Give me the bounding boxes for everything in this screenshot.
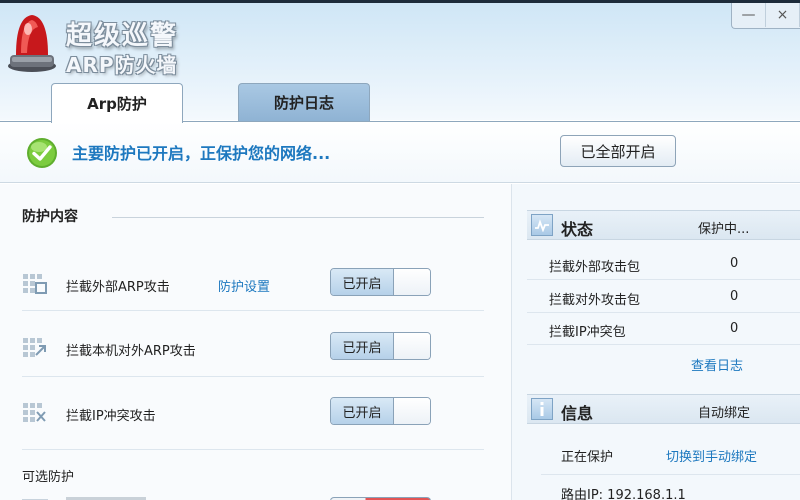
protection-toggle[interactable]: 已开启 xyxy=(330,332,431,360)
toggle-off-segment xyxy=(394,269,430,295)
stat-row: 拦截对外攻击包 0 xyxy=(527,281,800,313)
view-log-link[interactable]: 查看日志 xyxy=(691,355,743,374)
protection-item: 拦截本机对外ARP攻击 已开启 xyxy=(0,328,500,368)
app-title: 超级巡警 xyxy=(66,21,179,51)
info-divider xyxy=(541,474,800,475)
protection-settings-link[interactable]: 防护设置 xyxy=(218,276,270,295)
protection-panel: 防护内容 拦截外部ARP攻击 防护设置 已开启 拦截本机对外ARP攻击 已开启 … xyxy=(0,184,512,500)
info-panel-value: 自动绑定 xyxy=(698,406,751,421)
status-panel-title: 状态 xyxy=(561,220,594,239)
switch-to-manual-binding-link[interactable]: 切换到手动绑定 xyxy=(666,446,757,465)
app-subtitle: ARP防火墙 xyxy=(66,53,178,77)
info-panel-header: 信息 自动绑定 xyxy=(527,394,800,424)
stat-label: 拦截IP冲突包 xyxy=(549,325,626,340)
side-panel: 状态 保护中... 拦截外部攻击包 0 拦截对外攻击包 0 拦截IP冲突包 0 … xyxy=(513,184,800,500)
protection-section-title: 防护内容 xyxy=(22,209,78,225)
toggle-on-label: 已开启 xyxy=(331,333,394,359)
tab-arp-protection[interactable]: Arp防护 xyxy=(51,83,183,123)
protection-item-label: 拦截本机对外ARP攻击 xyxy=(66,344,196,359)
stat-label: 拦截外部攻击包 xyxy=(549,260,641,275)
stat-row: 拦截IP冲突包 0 xyxy=(527,313,800,345)
gateway-ip-text: 路由IP: 192.168.1.1 xyxy=(561,488,686,500)
toggle-on-label: 已开启 xyxy=(331,398,394,424)
status-panel-header: 状态 保护中... xyxy=(527,210,800,240)
stat-value: 0 xyxy=(730,256,739,271)
window-controls: — × xyxy=(731,3,800,29)
optional-protection-title: 可选防护 xyxy=(22,470,75,485)
pulse-chart-icon xyxy=(531,214,553,236)
optional-protection-row xyxy=(22,495,502,500)
minimize-button[interactable]: — xyxy=(732,3,766,27)
protecting-label: 正在保护 xyxy=(561,450,614,465)
protection-status-text: 主要防护已开启，正保护您的网络... xyxy=(72,144,331,163)
toggle-off-segment xyxy=(394,333,430,359)
shield-grid-icon xyxy=(23,274,47,294)
toggle-on-label: 已开启 xyxy=(331,269,394,295)
all-enabled-button[interactable]: 已全部开启 xyxy=(560,135,676,167)
stat-value: 0 xyxy=(730,321,739,336)
conflict-grid-icon xyxy=(23,403,46,422)
tab-protection-log[interactable]: 防护日志 xyxy=(238,83,370,121)
main-content: 防护内容 拦截外部ARP攻击 防护设置 已开启 拦截本机对外ARP攻击 已开启 … xyxy=(0,184,800,500)
row-divider xyxy=(22,376,484,377)
stat-row: 拦截外部攻击包 0 xyxy=(527,248,800,280)
check-circle-icon xyxy=(27,138,57,168)
protection-item-label: 拦截IP冲突攻击 xyxy=(66,409,156,424)
app-window: 超级巡警 ARP防火墙 — × Arp防护 防护日志 主要防护已开启，正保护您的… xyxy=(0,0,800,500)
protection-item-label: 拦截外部ARP攻击 xyxy=(66,280,170,295)
info-panel-title: 信息 xyxy=(561,404,594,423)
section-divider xyxy=(112,217,484,218)
status-banner: 主要防护已开启，正保护您的网络... 已全部开启 xyxy=(0,121,800,183)
row-divider xyxy=(22,310,484,311)
toggle-off-segment xyxy=(394,398,430,424)
protection-item: 拦截外部ARP攻击 防护设置 已开启 xyxy=(0,264,500,304)
app-header: 超级巡警 ARP防火墙 — × Arp防护 防护日志 xyxy=(0,3,800,123)
info-icon xyxy=(531,398,553,420)
stat-label: 拦截对外攻击包 xyxy=(549,293,641,308)
outbound-grid-icon xyxy=(23,338,46,357)
stat-value: 0 xyxy=(730,289,739,304)
status-panel-value: 保护中... xyxy=(698,222,750,237)
close-button[interactable]: × xyxy=(766,3,800,27)
siren-logo-icon xyxy=(8,15,56,72)
protection-toggle[interactable]: 已开启 xyxy=(330,268,431,296)
row-divider xyxy=(22,449,484,450)
protection-item: 拦截IP冲突攻击 已开启 xyxy=(0,393,500,433)
protection-toggle[interactable]: 已开启 xyxy=(330,397,431,425)
